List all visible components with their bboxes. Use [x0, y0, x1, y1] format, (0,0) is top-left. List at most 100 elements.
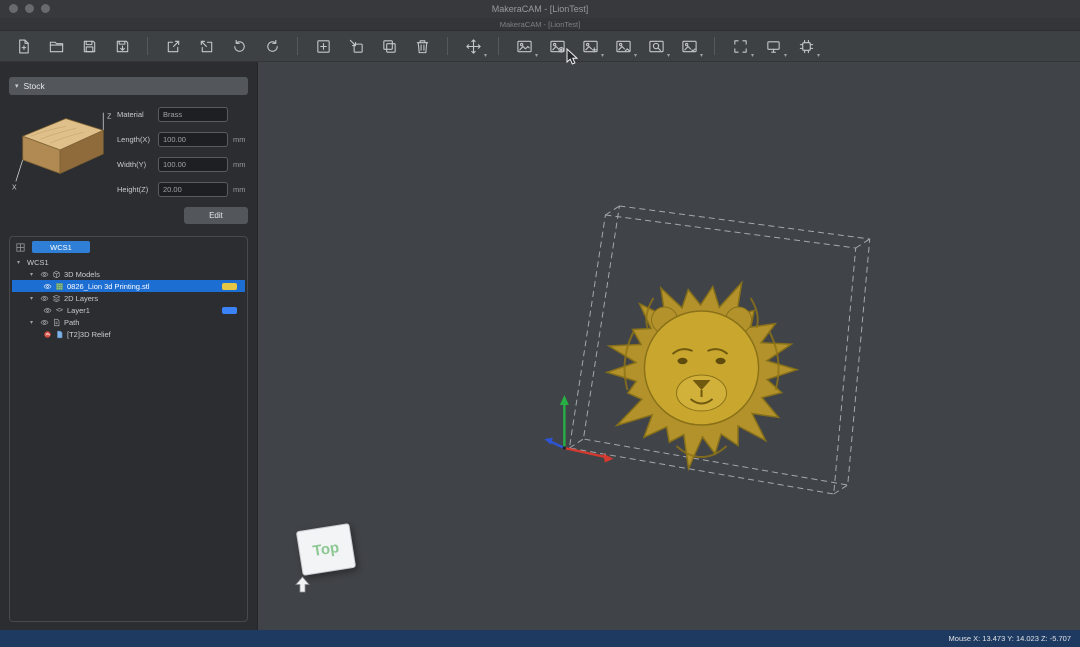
dropdown-caret-icon[interactable]: ▾ — [817, 53, 820, 59]
tree-label: Layer1 — [67, 306, 90, 315]
wcs-grid-icon[interactable] — [15, 242, 26, 253]
save-as-button[interactable] — [107, 33, 137, 59]
move-4way-icon — [465, 38, 482, 55]
tree-row[interactable]: [T2]3D Relief — [12, 328, 245, 340]
document-tab-label: MakeraCAM - [LionTest] — [500, 20, 580, 29]
tree-row[interactable]: ▾ 3D Models — [12, 268, 245, 280]
axis-gizmo — [544, 395, 613, 463]
color-swatch[interactable] — [222, 283, 237, 290]
simulation-button[interactable]: ▾ — [758, 33, 788, 59]
tree-row[interactable]: ▾Path — [12, 316, 245, 328]
create-add-path-button[interactable]: ▾ — [575, 33, 605, 59]
tab-wcs1[interactable]: WCS1 — [32, 241, 90, 253]
preview-path-button[interactable]: ▾ — [641, 33, 671, 59]
lion-model — [607, 283, 797, 469]
image-plus-icon — [582, 38, 599, 55]
create-texture-path-button[interactable]: ▾ — [608, 33, 638, 59]
axis-z-label: Z — [107, 114, 111, 121]
add-object-button[interactable] — [308, 33, 338, 59]
transform-tool-button[interactable]: ▾ — [458, 33, 488, 59]
app-window: MakeraCAM - [LionTest] MakeraCAM - [Lion… — [0, 0, 1080, 647]
dropdown-caret-icon[interactable]: ▾ — [667, 53, 670, 59]
rotate-ccw-icon — [231, 38, 248, 55]
field-label: Length(X) — [117, 135, 153, 144]
new-file-button[interactable] — [8, 33, 38, 59]
expander-icon[interactable]: ▾ — [30, 319, 37, 326]
dropdown-caret-icon[interactable]: ▾ — [535, 53, 538, 59]
material-input[interactable] — [158, 107, 228, 122]
view-up-arrow-icon[interactable] — [295, 576, 310, 593]
dropdown-caret-icon[interactable]: ▾ — [634, 53, 637, 59]
edit-stock-button[interactable]: Edit — [184, 207, 248, 224]
model-grid-icon — [55, 282, 64, 291]
maximize-button[interactable] — [41, 4, 50, 13]
expander-icon[interactable]: ▾ — [30, 271, 37, 278]
unit-label: mm — [233, 135, 247, 144]
visibility-eye-icon[interactable] — [40, 318, 49, 327]
import-model-button[interactable] — [158, 33, 188, 59]
arrow-into-box-icon — [348, 38, 365, 55]
toolbar-group: ▾▾▾▾▾▾ — [509, 33, 704, 59]
image-icon — [516, 38, 533, 55]
color-swatch[interactable] — [222, 307, 237, 314]
place-object-button[interactable] — [341, 33, 371, 59]
monitor-icon — [765, 38, 782, 55]
dropdown-caret-icon[interactable]: ▾ — [700, 53, 703, 59]
visibility-eye-icon[interactable] — [40, 294, 49, 303]
stock-field-row: Length(X) mm — [117, 132, 248, 147]
expander-icon[interactable]: ▾ — [17, 259, 24, 266]
save-file-button[interactable] — [74, 33, 104, 59]
post-process-button[interactable]: ▾ — [791, 33, 821, 59]
unit-label: mm — [233, 160, 247, 169]
path-doc-icon — [52, 318, 61, 327]
open-file-button[interactable] — [41, 33, 71, 59]
field-label: Width(Y) — [117, 160, 153, 169]
undo-button[interactable] — [224, 33, 254, 59]
wcs-tree: ▾WCS1▾3D Models0826_Lion 3d Printing.stl… — [12, 256, 245, 340]
toolbar-separator — [714, 37, 715, 55]
fullscreen-icon — [732, 38, 749, 55]
export-model-button[interactable] — [191, 33, 221, 59]
stock-body: Z X Material Length(X) mm Width(Y) mm Height(… — [9, 105, 248, 197]
length-x-input[interactable] — [158, 132, 228, 147]
stock-field-row: Material — [117, 107, 248, 122]
toolbar-separator — [498, 37, 499, 55]
fullscreen-view-button[interactable]: ▾ — [725, 33, 755, 59]
chip-icon — [798, 38, 815, 55]
left-panel: ▾ Stock Z X MaterialLength( — [0, 62, 258, 630]
create-image-path-button[interactable]: ▾ — [509, 33, 539, 59]
mouse-coordinates: Mouse X: 13.473 Y: 14.023 Z: -5.707 — [949, 634, 1071, 643]
field-label: Height(Z) — [117, 185, 153, 194]
axis-x-label: X — [12, 184, 17, 191]
tree-row[interactable]: ▾2D Layers — [12, 292, 245, 304]
visibility-eye-icon[interactable] — [43, 282, 52, 291]
dropdown-caret-icon[interactable]: ▾ — [484, 53, 487, 59]
toolbar-group — [308, 33, 437, 59]
stock-section-header[interactable]: ▾ Stock — [9, 77, 248, 95]
viewport-3d[interactable]: Top — [258, 62, 1080, 630]
visibility-eye-icon[interactable] — [43, 306, 52, 315]
tree-row[interactable]: Layer1 — [12, 304, 245, 316]
height-z-input[interactable] — [158, 182, 228, 197]
close-button[interactable] — [9, 4, 18, 13]
verify-path-button[interactable]: ▾ — [674, 33, 704, 59]
dropdown-caret-icon[interactable]: ▾ — [601, 53, 604, 59]
tree-row[interactable]: 0826_Lion 3d Printing.stl — [12, 280, 245, 292]
visibility-eye-icon[interactable] — [40, 270, 49, 279]
tree-label: [T2]3D Relief — [67, 330, 111, 339]
dropdown-caret-icon[interactable]: ▾ — [784, 53, 787, 59]
toolbar: ▾▾▾▾▾▾▾▾▾▾ — [0, 31, 1080, 62]
tree-label: 3D Models — [64, 270, 100, 279]
width-y-input[interactable] — [158, 157, 228, 172]
view-cube-top[interactable]: Top — [296, 523, 356, 576]
wcs-tabs: WCS1 — [12, 240, 245, 256]
image-gear-icon — [549, 38, 566, 55]
tree-row[interactable]: ▾WCS1 — [12, 256, 245, 268]
minimize-button[interactable] — [25, 4, 34, 13]
dropdown-caret-icon[interactable]: ▾ — [751, 53, 754, 59]
main-area: ▾ Stock Z X MaterialLength( — [0, 62, 1080, 630]
expander-icon[interactable]: ▾ — [30, 295, 37, 302]
delete-object-button[interactable] — [407, 33, 437, 59]
duplicate-object-button[interactable] — [374, 33, 404, 59]
redo-button[interactable] — [257, 33, 287, 59]
